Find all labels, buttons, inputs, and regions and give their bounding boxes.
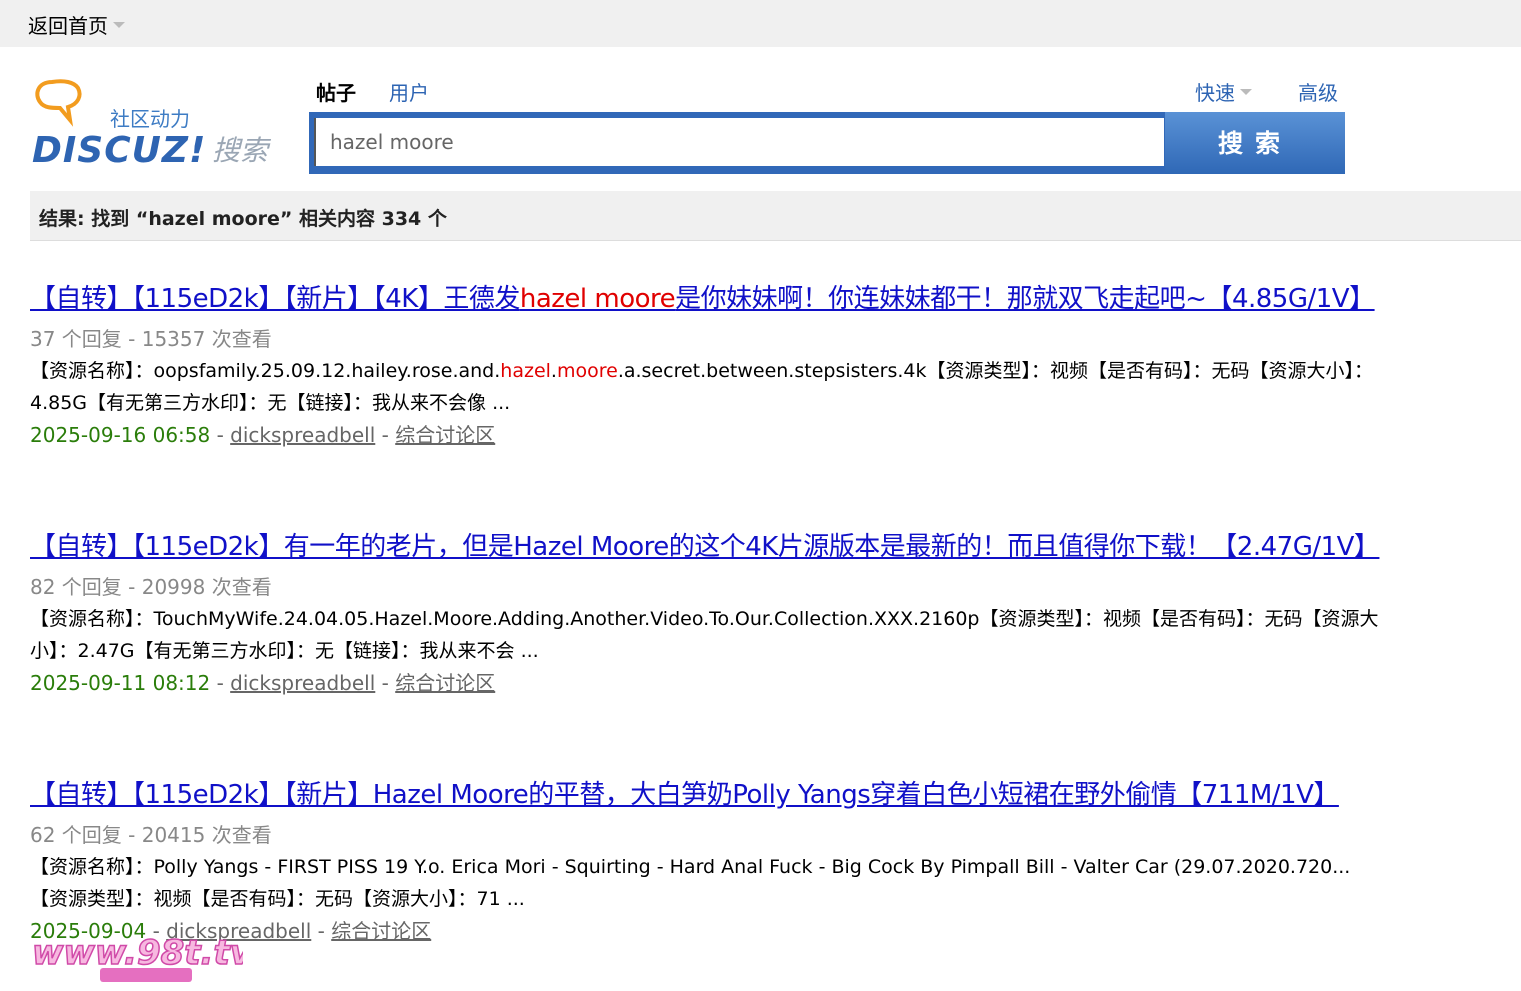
top-bar: 返回首页 (0, 0, 1521, 47)
snippet-text: 【资源名称】：oopsfamily.25.09.12.hailey.rose.a… (30, 360, 501, 382)
home-link[interactable]: 返回首页 (28, 10, 125, 39)
logo-brand: DISCUZ! (32, 130, 206, 168)
result-snippet: 【资源名称】：TouchMyWife.24.04.05.Hazel.Moore.… (30, 608, 1379, 662)
result-summary: 结果: 找到 “hazel moore” 相关内容 334 个 (39, 208, 447, 230)
result-snippet: 【资源名称】：oopsfamily.25.09.12.hailey.rose.a… (30, 355, 1380, 419)
snippet-highlight: hazel (500, 360, 551, 382)
search-box: 搜索 (309, 112, 1345, 174)
result-item: 【自转】【115eD2k】有一年的老片，但是Hazel Moore的这个4K片源… (30, 526, 1380, 698)
title-highlight: hazel moore (519, 284, 676, 314)
advanced-search-link[interactable]: 高级 (1298, 77, 1338, 106)
watermark-text: www.98t.tv (32, 933, 243, 973)
author-link[interactable]: dickspreadbell (230, 423, 375, 447)
tab-users[interactable]: 用户 (389, 77, 429, 106)
result-title-link[interactable]: 【自转】【115eD2k】【新片】【4K】王德发hazel moore是你妹妹啊… (30, 278, 1380, 321)
search-button[interactable]: 搜索 (1165, 112, 1345, 174)
post-date: 2025-09-16 06:58 (30, 423, 211, 447)
result-summary-bar: 结果: 找到 “hazel moore” 相关内容 334 个 (30, 191, 1521, 241)
result-item: 【自转】【115eD2k】【新片】【4K】王德发hazel moore是你妹妹啊… (30, 278, 1380, 450)
logo-subtitle: 社区动力 (110, 107, 190, 131)
chevron-down-icon (113, 21, 125, 28)
result-footer: 2025-09-11 08:12 - dickspreadbell - 综合讨论… (30, 671, 496, 695)
quick-label: 快速 (1195, 81, 1235, 105)
tab-posts[interactable]: 帖子 (316, 77, 356, 106)
snippet-highlight: moore (556, 360, 618, 382)
quick-search-menu[interactable]: 快速 (1195, 77, 1252, 106)
result-item: 【自转】【115eD2k】【新片】Hazel Moore的平替，大白笋奶Poll… (30, 774, 1380, 946)
discuz-logo: 社区动力 DISCUZ! 搜索 (32, 79, 272, 168)
result-meta: 82 个回复 - 20998 次查看 (30, 575, 272, 599)
result-meta: 62 个回复 - 20415 次查看 (30, 823, 272, 847)
result-meta: 37 个回复 - 15357 次查看 (30, 327, 272, 351)
title-text: 【自转】【115eD2k】【新片】【4K】王德发 (30, 284, 520, 314)
author-link[interactable]: dickspreadbell (230, 671, 375, 695)
result-title-link[interactable]: 【自转】【115eD2k】有一年的老片，但是Hazel Moore的这个4K片源… (30, 526, 1380, 569)
forum-link[interactable]: 综合讨论区 (395, 423, 495, 447)
forum-link[interactable]: 综合讨论区 (331, 919, 431, 943)
search-input[interactable] (314, 118, 1164, 166)
bubble-icon (35, 79, 82, 127)
home-link-label: 返回首页 (28, 14, 108, 38)
result-title-link[interactable]: 【自转】【115eD2k】【新片】Hazel Moore的平替，大白笋奶Poll… (30, 774, 1380, 817)
post-date: 2025-09-11 08:12 (30, 671, 211, 695)
title-text: 是你妹妹啊！你连妹妹都干！那就双飞走起吧~【4.85G/1V】 (675, 284, 1375, 314)
forum-link[interactable]: 综合讨论区 (395, 671, 495, 695)
result-footer: 2025-09-16 06:58 - dickspreadbell - 综合讨论… (30, 423, 496, 447)
result-snippet: 【资源名称】：Polly Yangs - FIRST PISS 19 Y.o. … (30, 856, 1351, 910)
logo-search-word: 搜索 (212, 134, 272, 167)
site-watermark: www.98t.tv (31, 932, 243, 982)
chevron-down-icon (1240, 88, 1252, 95)
